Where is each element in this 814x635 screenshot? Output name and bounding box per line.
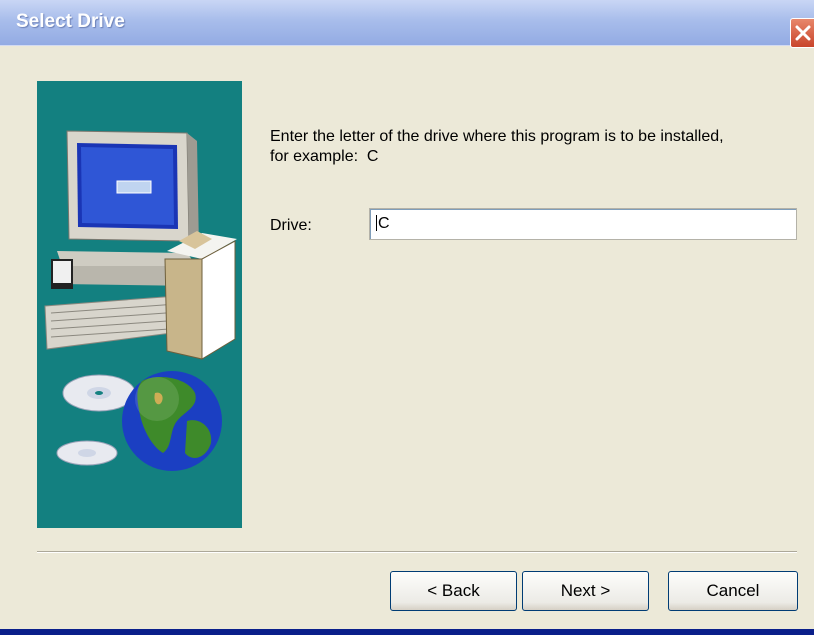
text-caret (376, 215, 377, 231)
drive-label: Drive: (270, 217, 312, 234)
instruction-text: Enter the letter of the drive where this… (270, 127, 800, 167)
computer-and-globe-icon (44, 130, 237, 471)
setup-illustration (37, 81, 242, 528)
instruction-line-1: Enter the letter of the drive where this… (270, 128, 724, 145)
close-button[interactable] (790, 18, 814, 48)
title-bar[interactable]: Select Drive (0, 0, 814, 48)
back-button[interactable]: < Back (390, 571, 517, 611)
drive-input[interactable]: C (369, 208, 797, 240)
close-icon (795, 25, 811, 41)
instruction-line-2: for example: C (270, 148, 379, 165)
window-title: Select Drive (16, 11, 125, 32)
select-drive-dialog: Select Drive Enter the letter of the dri… (0, 0, 814, 635)
cancel-button[interactable]: Cancel (668, 571, 798, 611)
drive-input-value: C (378, 215, 390, 232)
separator (37, 551, 797, 553)
next-button[interactable]: Next > (522, 571, 649, 611)
